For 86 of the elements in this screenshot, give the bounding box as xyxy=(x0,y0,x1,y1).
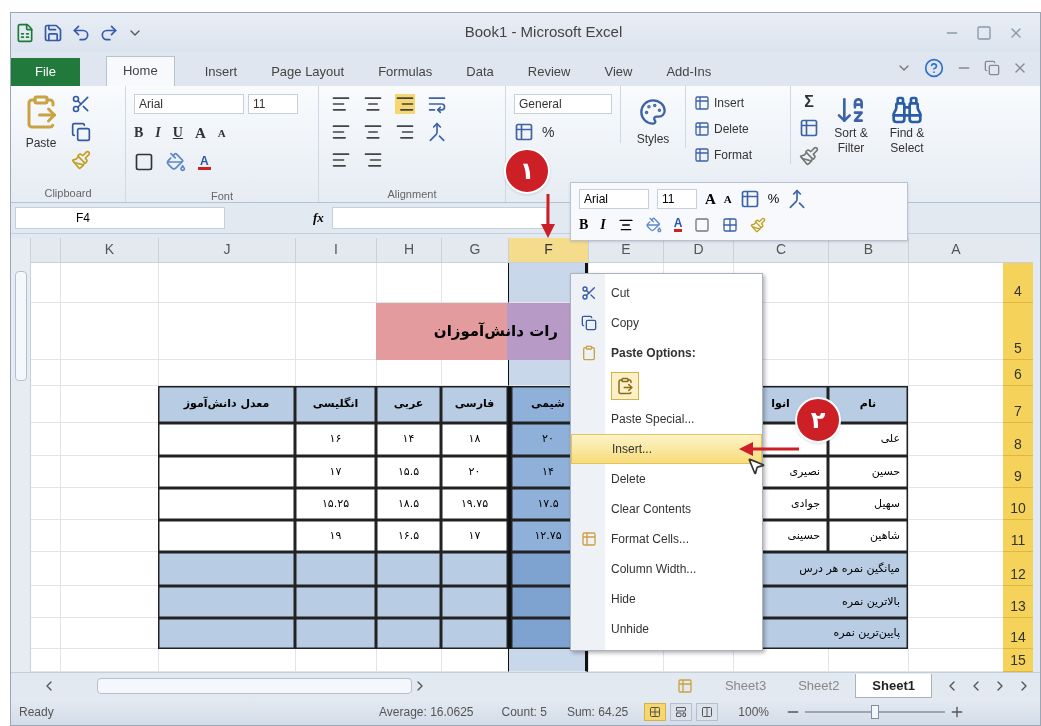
status-sum: Sum: 64.25 xyxy=(566,704,629,722)
status-average: Average: 16.0625 xyxy=(379,704,474,722)
table-cell: ۱۵.۲۵ xyxy=(295,488,376,520)
table-cell: ۱۹.۷۵ xyxy=(441,488,508,520)
row-header[interactable]: 11 xyxy=(1003,520,1033,552)
header-cell: معدل دانش‌آموز xyxy=(158,386,295,423)
styles-button[interactable]: Styles xyxy=(636,97,670,148)
number-format-field[interactable]: General xyxy=(514,93,612,114)
sort-filter-button[interactable]: Sort & Filter xyxy=(827,93,875,156)
underline-button[interactable]: U xyxy=(172,122,183,144)
menu-item[interactable]: Insert... xyxy=(571,434,762,464)
row-header[interactable]: 10 xyxy=(1003,488,1033,520)
ribbon-tab[interactable]: View xyxy=(600,57,637,86)
cells-command-button[interactable]: Insert xyxy=(694,93,782,112)
row-header[interactable]: 5 xyxy=(1003,303,1033,360)
table-cell: شاهین xyxy=(828,520,908,552)
row-header[interactable]: 13 xyxy=(1003,586,1033,618)
name-box[interactable]: F4 xyxy=(15,206,225,229)
ribbon-tab[interactable]: Data xyxy=(462,57,498,86)
shrink-font-button[interactable]: A xyxy=(217,124,226,142)
font-color-button[interactable]: A xyxy=(673,217,683,233)
percent-button[interactable]: % xyxy=(767,189,780,209)
column-header[interactable]: I xyxy=(295,238,376,263)
row-header[interactable]: 15 xyxy=(1003,649,1033,672)
table-cell: ۱۷ xyxy=(295,456,376,488)
table-cell: ۱۴ xyxy=(376,423,441,456)
header-cell: فارسی xyxy=(441,386,508,423)
italic-button[interactable]: I xyxy=(600,214,606,236)
header-cell: انگلیسی xyxy=(295,386,376,423)
column-header[interactable]: H xyxy=(376,238,441,263)
group-label: Font xyxy=(211,189,233,205)
paste-button[interactable]: Paste xyxy=(19,93,63,152)
table-cell: ۱۶.۵ xyxy=(376,520,441,552)
table-cell: ۱۸.۵ xyxy=(376,488,441,520)
sheet-tab[interactable]: Sheet1 xyxy=(855,674,932,699)
ribbon-tab[interactable]: File xyxy=(11,57,80,86)
ribbon-tab[interactable]: Formulas xyxy=(374,57,437,86)
autosum-button[interactable]: Σ xyxy=(799,93,819,110)
header-cell: عربی xyxy=(376,386,441,423)
status-count: Count: 5 xyxy=(501,704,547,722)
percent-button[interactable]: % xyxy=(542,121,555,143)
bold-button[interactable]: B xyxy=(134,122,144,144)
ribbon-tab[interactable]: Insert xyxy=(200,57,242,86)
row-header[interactable]: 14 xyxy=(1003,618,1033,649)
row-header[interactable]: 7 xyxy=(1003,386,1033,423)
table-cell: ۲۰ xyxy=(441,456,508,488)
column-header[interactable]: F xyxy=(508,238,588,263)
find-select-button[interactable]: Find & Select xyxy=(883,93,931,156)
shrink-font-button[interactable]: A xyxy=(723,190,732,208)
group-label: Clipboard xyxy=(44,186,92,202)
ribbon-tab[interactable]: Review xyxy=(523,57,575,86)
column-header[interactable]: G xyxy=(441,238,508,263)
column-header[interactable]: A xyxy=(908,238,1003,263)
column-header[interactable]: K xyxy=(60,238,158,263)
table-cell: ۱۵.۵ xyxy=(376,456,441,488)
table-cell: سهیل xyxy=(828,488,908,520)
italic-button[interactable]: I xyxy=(155,122,161,144)
table-cell: ۱۶ xyxy=(295,423,376,456)
font-name-field[interactable]: Arial xyxy=(134,93,244,114)
status-mode: Ready xyxy=(19,704,55,722)
column-header[interactable]: J xyxy=(158,238,295,263)
zoom-level: 100% xyxy=(738,704,769,722)
cells-command-button[interactable]: Delete xyxy=(694,119,782,138)
table-cell: ۱۷ xyxy=(441,520,508,552)
ribbon-tab[interactable]: Home xyxy=(105,55,175,86)
row-header[interactable]: 12 xyxy=(1003,552,1033,586)
ribbon-tab[interactable]: Add-Ins xyxy=(662,57,716,86)
row-header[interactable]: 6 xyxy=(1003,360,1033,386)
table-cell: ۱۹ xyxy=(295,520,376,552)
font-name-field[interactable]: Arial xyxy=(579,189,649,209)
table-cell: حسین xyxy=(828,456,908,488)
cells-command-button[interactable]: Format xyxy=(694,145,782,164)
bold-button[interactable]: B xyxy=(579,214,589,236)
grow-font-button[interactable]: A xyxy=(194,121,206,145)
font-size-field[interactable]: 11 xyxy=(657,189,697,209)
window-title: Book1 - Microsoft Excel xyxy=(464,22,623,43)
group-label: Alignment xyxy=(387,186,437,202)
ribbon-tab[interactable]: Page Layout xyxy=(267,57,349,86)
row-header[interactable]: 8 xyxy=(1003,423,1033,456)
font-size-field[interactable]: 11 xyxy=(248,93,298,114)
font-color-button[interactable]: A xyxy=(198,154,211,170)
row-header[interactable]: 4 xyxy=(1003,263,1033,303)
table-cell: ۱۸ xyxy=(441,423,508,456)
grow-font-button[interactable]: A xyxy=(705,187,716,211)
row-header[interactable]: 9 xyxy=(1003,456,1033,488)
insert-function-label[interactable]: fx xyxy=(313,208,324,228)
